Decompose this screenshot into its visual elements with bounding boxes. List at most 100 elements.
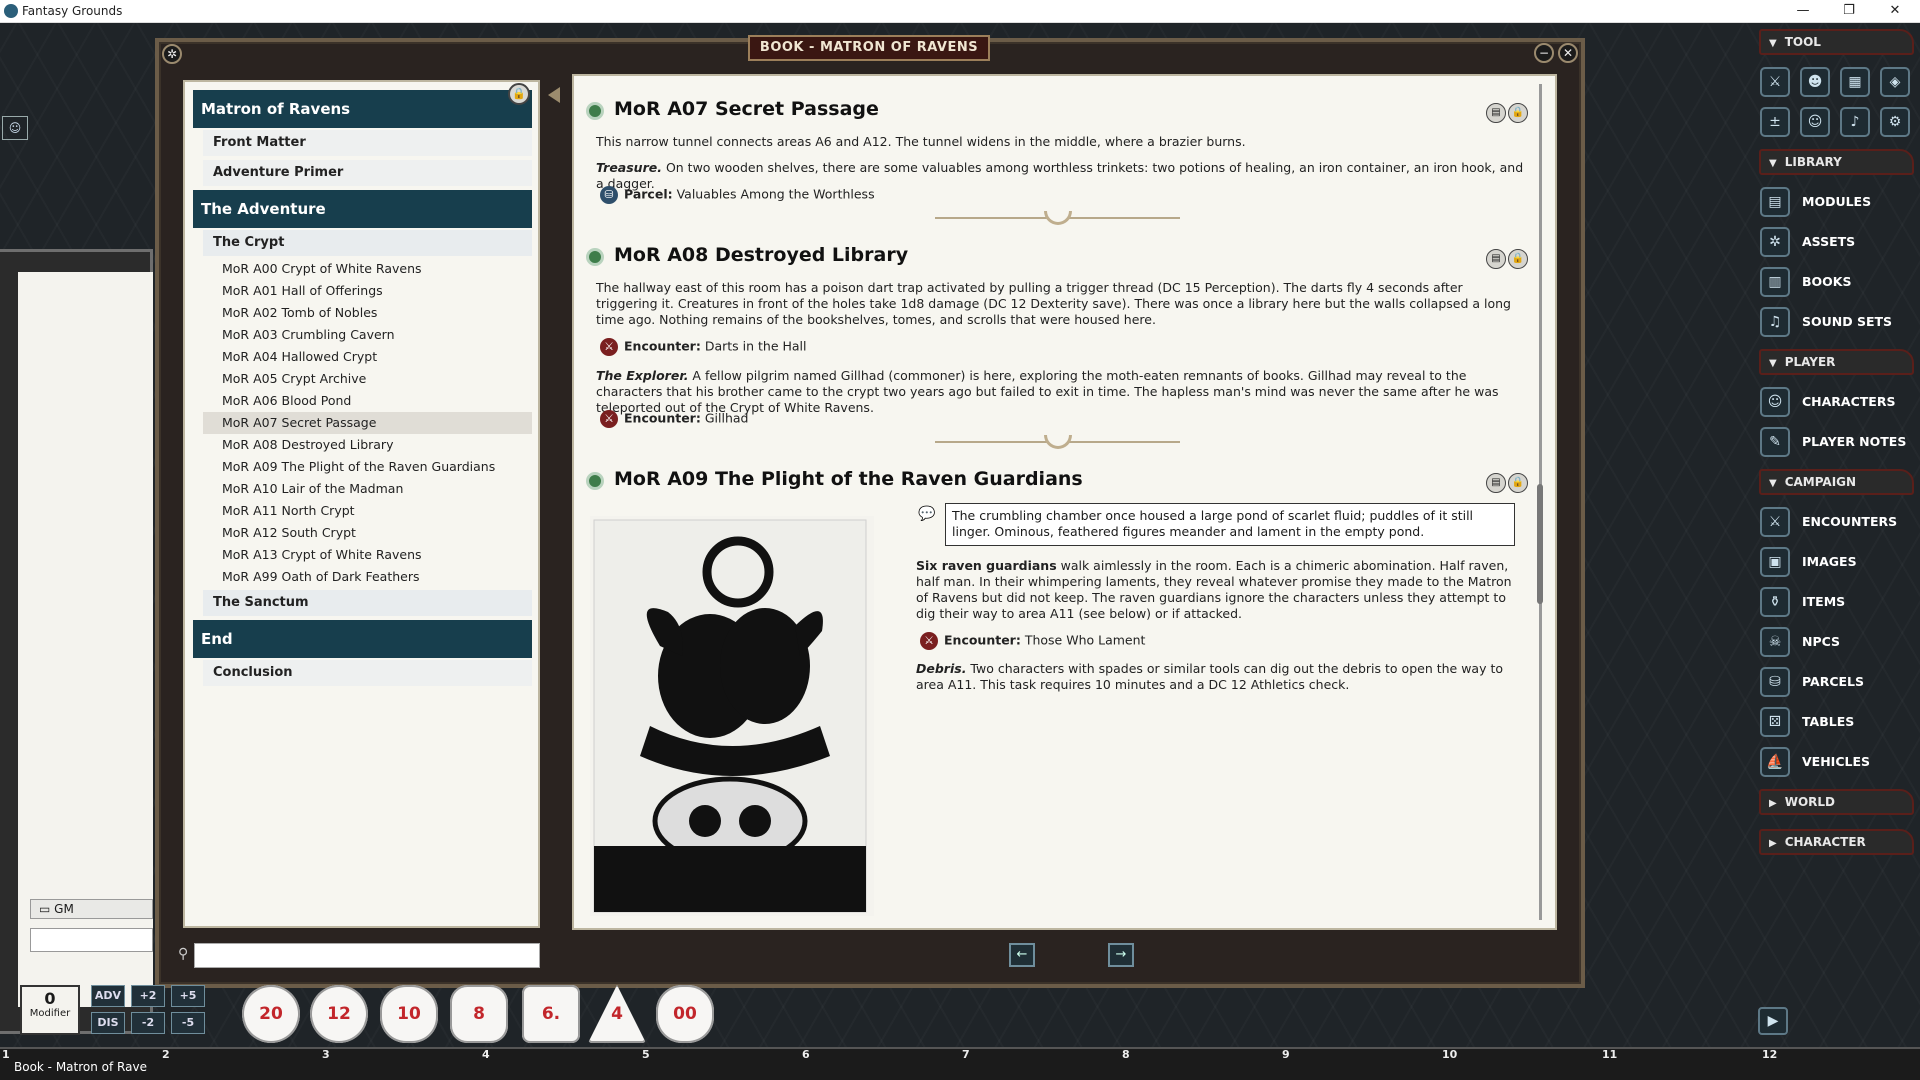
open-page-icon[interactable]: ▤ [1486,103,1506,123]
hotbar-slot-label[interactable]: Book - Matron of Rave [14,1060,147,1074]
index-entry[interactable]: MoR A10 Lair of the Madman [203,478,532,500]
sidebar-item-images[interactable]: ▣ IMAGES [1760,545,1910,579]
minimize-button[interactable]: — [1780,0,1826,22]
minus2-button[interactable]: -2 [131,1012,165,1034]
effects-icon[interactable]: ☺ [1800,107,1830,137]
raven-illustration[interactable] [590,516,874,916]
index-entry-selected[interactable]: MoR A07 Secret Passage [203,412,532,434]
parcel-link[interactable]: ⛁ Parcel: Valuables Among the Worthless [600,186,875,204]
restore-button[interactable]: ❐ [1826,0,1872,22]
window-minimize-button[interactable]: − [1534,43,1554,63]
encounter-link[interactable]: ⚔ Encounter: Darts in the Hall [600,338,807,356]
d8-die[interactable]: 8 [450,985,508,1043]
index-entry[interactable]: MoR A09 The Plight of the Raven Guardian… [203,456,532,478]
adv-button[interactable]: ADV [91,985,125,1007]
dis-button[interactable]: DIS [91,1012,125,1034]
sidebar-item-characters[interactable]: ☺ CHARACTERS [1760,385,1910,419]
index-chapter[interactable]: The Adventure [193,190,532,228]
index-lock-icon[interactable]: 🔒 [508,83,530,105]
player-header[interactable]: ▼ PLAYER [1759,349,1914,375]
window-close-button[interactable]: ✕ [1558,43,1578,63]
collapse-index-icon[interactable] [548,87,560,103]
sidebar-item-sound-sets[interactable]: ♫ SOUND SETS [1760,305,1910,339]
sidebar-item-items[interactable]: ⚱ ITEMS [1760,585,1910,619]
index-entry[interactable]: MoR A00 Crypt of White Ravens [203,258,532,280]
index-search-input[interactable] [194,943,540,968]
index-entry[interactable]: MoR A06 Blood Pond [203,390,532,412]
index-entry[interactable]: MoR A11 North Crypt [203,500,532,522]
sidebar-item-npcs[interactable]: ☠ NPCS [1760,625,1910,659]
modifier-box[interactable]: 0 Modifier [20,985,80,1035]
character-header[interactable]: ▶ CHARACTER [1759,829,1914,855]
close-button[interactable]: ✕ [1872,0,1918,22]
plus2-button[interactable]: +2 [131,985,165,1007]
identity-icon[interactable]: ☺ [2,116,28,140]
sidebar-item-encounters[interactable]: ⚔ ENCOUNTERS [1760,505,1910,539]
plus5-button[interactable]: +5 [171,985,205,1007]
sidebar-item-parcels[interactable]: ⛁ PARCELS [1760,665,1910,699]
chat-mode-select[interactable]: ▭ GM [30,899,153,919]
section-link-icon[interactable] [586,248,604,266]
index-entry[interactable]: MoR A08 Destroyed Library [203,434,532,456]
world-header[interactable]: ▶ WORLD [1759,789,1914,815]
index-entry[interactable]: MoR A03 Crumbling Cavern [203,324,532,346]
index-section[interactable]: Adventure Primer [203,160,532,186]
index-entry[interactable]: MoR A13 Crypt of White Ravens [203,544,532,566]
lock-icon[interactable]: 🔒 [1508,249,1528,269]
sidebar-item-assets[interactable]: ✲ ASSETS [1760,225,1910,259]
window-settings-icon[interactable]: ✲ [162,44,182,64]
settings-gear-icon[interactable]: ⚙ [1880,107,1910,137]
sidebar-item-vehicles[interactable]: ⛵ VEHICLES [1760,745,1910,779]
d10-die[interactable]: 10 [380,985,438,1043]
options-icon[interactable]: ◈ [1880,67,1910,97]
index-section[interactable]: Conclusion [203,660,532,686]
chat-input[interactable] [30,928,153,952]
index-section[interactable]: Front Matter [203,130,532,156]
lock-icon[interactable]: 🔒 [1508,473,1528,493]
play-icon[interactable]: ▶ [1758,1007,1788,1035]
campaign-header[interactable]: ▼ CAMPAIGN [1759,469,1914,495]
next-page-button[interactable]: → [1108,943,1134,967]
index-entry[interactable]: MoR A04 Hallowed Crypt [203,346,532,368]
encounter-link[interactable]: ⚔ Encounter: Those Who Lament [920,632,1145,650]
tool-header[interactable]: ▼ TOOL [1759,29,1914,55]
index-entry[interactable]: MoR A05 Crypt Archive [203,368,532,390]
calendar-icon[interactable]: ▦ [1840,67,1870,97]
index-section[interactable]: The Sanctum [203,590,532,616]
open-page-icon[interactable]: ▤ [1486,473,1506,493]
index-entry[interactable]: MoR A99 Oath of Dark Feathers [203,566,532,588]
d20-die[interactable]: 20 [242,985,300,1043]
combat-tracker-icon[interactable]: ⚔ [1760,67,1790,97]
index-chapter[interactable]: End [193,620,532,658]
encounter-icon: ⚔ [600,338,618,356]
modifiers-icon[interactable]: ± [1760,107,1790,137]
d4-die[interactable]: 4 [588,985,646,1043]
previous-page-button[interactable]: ← [1009,943,1035,967]
lock-icon[interactable]: 🔒 [1508,103,1528,123]
scroll-thumb[interactable] [1537,484,1543,604]
index-entry[interactable]: MoR A01 Hall of Offerings [203,280,532,302]
index-section[interactable]: The Crypt [203,230,532,256]
d100-die[interactable]: 00 [656,985,714,1043]
hotkey-number: 6 [802,1048,810,1061]
hotkey-number: 9 [1282,1048,1290,1061]
section-link-icon[interactable] [586,102,604,120]
section-link-icon[interactable] [586,472,604,490]
section-heading: MoR A07 Secret Passage [580,98,879,120]
index-entry[interactable]: MoR A12 South Crypt [203,522,532,544]
music-icon[interactable]: ♪ [1840,107,1870,137]
index-chapter[interactable]: Matron of Ravens [193,90,532,128]
party-sheet-icon[interactable]: ☻ [1800,67,1830,97]
encounter-link[interactable]: ⚔ Encounter: Gillhad [600,410,748,428]
sidebar-item-tables[interactable]: ⚄ TABLES [1760,705,1910,739]
sidebar-item-modules[interactable]: ▤ MODULES [1760,185,1910,219]
index-entry[interactable]: MoR A02 Tomb of Nobles [203,302,532,324]
sidebar-item-books[interactable]: ▥ BOOKS [1760,265,1910,299]
d12-die[interactable]: 12 [310,985,368,1043]
open-page-icon[interactable]: ▤ [1486,249,1506,269]
sidebar-item-player-notes[interactable]: ✎ PLAYER NOTES [1760,425,1910,459]
minus5-button[interactable]: -5 [171,1012,205,1034]
d6-die[interactable]: 6. [522,985,580,1043]
library-header[interactable]: ▼ LIBRARY [1759,149,1914,175]
book-index-panel: Matron of Ravens Front Matter Adventure … [183,80,540,928]
